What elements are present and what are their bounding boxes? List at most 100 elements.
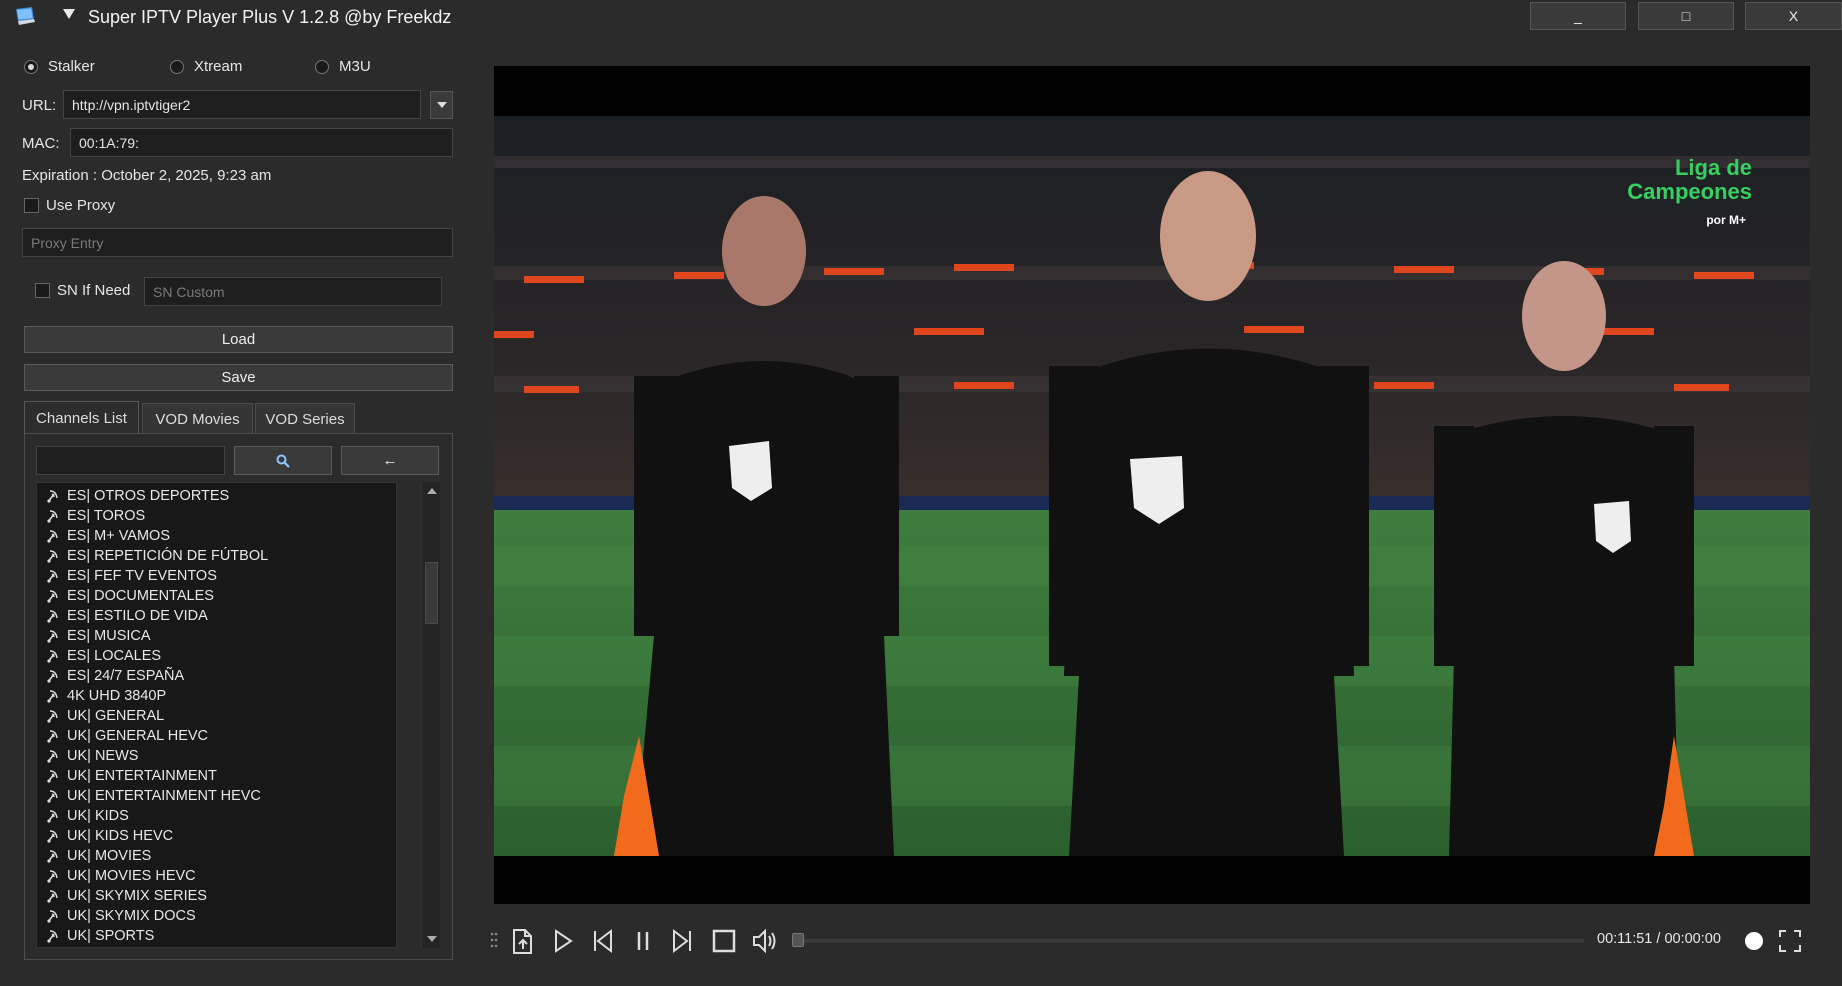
satellite-dish-icon [45,568,61,584]
open-file-icon[interactable] [507,926,537,956]
channel-name: 4K UHD 3840P [67,688,167,704]
channel-list-item[interactable]: UK| NEWS [37,746,396,766]
satellite-dish-icon [45,688,61,704]
url-label: URL: [22,97,57,114]
channel-list-item[interactable]: ES| DOCUMENTALES [37,586,396,606]
satellite-dish-icon [45,788,61,804]
url-field[interactable]: http://vpn.iptvtiger2 [63,90,421,119]
sn-checkbox[interactable] [35,283,50,298]
minimize-button[interactable]: _ [1530,2,1626,30]
satellite-dish-icon [45,728,61,744]
channel-list-item[interactable]: UK| KIDS [37,806,396,826]
channel-name: UK| ENTERTAINMENT [67,768,217,784]
tab-channels-list[interactable]: Channels List [24,401,139,434]
expiration-text: Expiration : October 2, 2025, 9:23 am [22,167,272,184]
channel-list-item[interactable]: ES| M+ VAMOS [37,526,396,546]
channel-list-item[interactable]: UK| MOVIES [37,846,396,866]
scroll-thumb[interactable] [425,562,438,624]
satellite-dish-icon [45,908,61,924]
radio-label: M3U [339,58,371,75]
use-proxy-checkbox[interactable] [24,198,39,213]
mac-field[interactable]: 00:1A:79: [70,128,453,157]
radio-indicator[interactable] [170,59,184,74]
play-icon[interactable] [547,926,577,956]
channel-list-item[interactable]: ES| OTROS DEPORTES [37,486,396,506]
watermark-sub: por M+ [1706,213,1746,227]
search-button[interactable] [234,446,332,475]
channel-list-item[interactable]: ES| LOCALES [37,646,396,666]
channel-list-item[interactable]: UK| ENTERTAINMENT [37,766,396,786]
satellite-dish-icon [45,808,61,824]
channel-list-item[interactable]: ES| ESTILO DE VIDA [37,606,396,626]
radio-m3u[interactable]: M3U [315,58,371,75]
channel-list-item[interactable]: UK| KIDS HEVC [37,826,396,846]
menu-dropdown-icon[interactable] [62,7,76,21]
app-icon [16,7,35,25]
radio-label: Stalker [48,58,95,75]
satellite-dish-icon [45,668,61,684]
channel-list-item[interactable]: ES| 24/7 ESPAÑA [37,666,396,686]
satellite-dish-icon [45,508,61,524]
load-button[interactable]: Load [24,326,453,353]
channel-name: UK| GENERAL HEVC [67,728,209,744]
channel-list-item[interactable]: ES| MUSICA [37,626,396,646]
magnifier-icon [276,454,290,468]
radio-xtream[interactable]: Xtream [170,58,242,75]
channel-name: UK| MOVIES [67,848,152,864]
stop-icon[interactable] [709,926,739,956]
satellite-dish-icon [45,768,61,784]
sn-label: SN If Need [57,282,131,299]
previous-icon[interactable] [587,926,617,956]
next-icon[interactable] [668,926,698,956]
channel-search-input[interactable] [36,446,225,475]
channel-name: UK| GENERAL [67,708,165,724]
channel-list-item[interactable]: UK| MOVIES HEVC [37,866,396,886]
radio-indicator[interactable] [24,59,38,74]
satellite-dish-icon [45,648,61,664]
channel-name: ES| LOCALES [67,648,162,664]
channel-list-item[interactable]: ES| REPETICIÓN DE FÚTBOL [37,546,396,566]
channel-list-item[interactable]: UK| GENERAL [37,706,396,726]
volume-icon[interactable] [750,926,780,956]
title-bar: Super IPTV Player Plus V 1.2.8 @by Freek… [0,0,1842,36]
scroll-down-icon[interactable] [422,930,441,948]
chevron-down-icon [436,102,447,108]
channel-name: UK| SKYMIX DOCS [67,908,196,924]
channel-name: UK| MOVIES HEVC [67,868,196,884]
satellite-dish-icon [45,488,61,504]
seek-bar[interactable] [794,939,1584,943]
channel-name: UK| ENTERTAINMENT HEVC [67,788,261,804]
close-button[interactable]: X [1745,2,1842,30]
scroll-up-icon[interactable] [422,482,441,500]
pause-icon[interactable] [628,926,658,956]
video-player[interactable]: Liga de Campeones por M+ [494,66,1810,904]
seek-handle[interactable] [792,933,804,947]
maximize-button[interactable]: □ [1638,2,1734,30]
tab-vod-series[interactable]: VOD Series [255,403,355,434]
channel-name: ES| ESTILO DE VIDA [67,608,208,624]
url-dropdown-button[interactable] [430,91,453,119]
sn-custom-field[interactable]: SN Custom [144,277,442,306]
channel-list-item[interactable]: ES| FEF TV EVENTOS [37,566,396,586]
fullscreen-icon[interactable] [1775,926,1805,956]
channel-list-item[interactable]: UK| SKYMIX DOCS [37,906,396,926]
channel-list-item[interactable]: 4K UHD 3840P [37,686,396,706]
tab-vod-movies[interactable]: VOD Movies [142,403,253,434]
channel-list-item[interactable]: UK| SPORTS [37,926,396,946]
channel-list[interactable]: ES| OTROS DEPORTES ES| TOROS ES| M+ VAMOS E… [36,482,397,948]
channel-list-scrollbar[interactable] [421,482,440,948]
channel-list-item[interactable]: ES| TOROS [37,506,396,526]
radio-stalker[interactable]: Stalker [24,58,95,75]
save-button[interactable]: Save [24,364,453,391]
channel-name: UK| KIDS [67,808,129,824]
satellite-dish-icon [45,628,61,644]
channel-list-item[interactable]: UK| SKYMIX SERIES [37,886,396,906]
channel-list-item[interactable]: UK| ENTERTAINMENT HEVC [37,786,396,806]
time-display: 00:11:51 / 00:00:00 [1597,931,1721,947]
volume-level-icon[interactable] [1742,926,1766,956]
back-button[interactable]: ← [341,446,439,475]
grip-icon[interactable] [489,926,499,956]
radio-indicator[interactable] [315,59,329,74]
channel-list-item[interactable]: UK| GENERAL HEVC [37,726,396,746]
proxy-entry-field[interactable]: Proxy Entry [22,228,453,257]
